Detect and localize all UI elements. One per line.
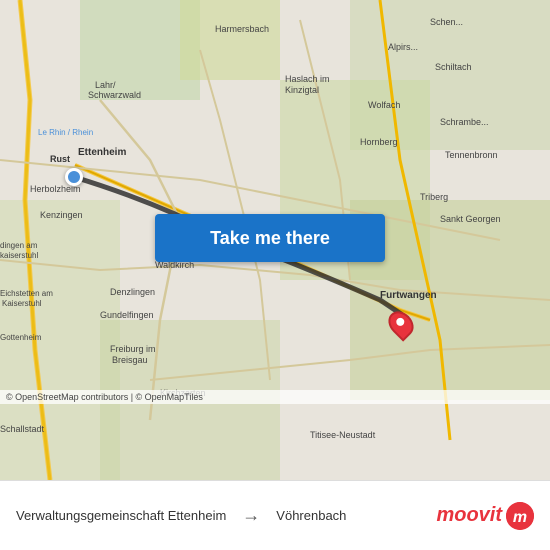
svg-text:Schen...: Schen...	[430, 17, 463, 27]
bottom-bar: Verwaltungsgemeinschaft Ettenheim → Vöhr…	[0, 480, 550, 550]
svg-text:Kinzigtal: Kinzigtal	[285, 85, 319, 95]
svg-text:Harmersbach: Harmersbach	[215, 24, 269, 34]
svg-text:Freiburg im: Freiburg im	[110, 344, 156, 354]
moovit-logo: moovit m	[436, 502, 534, 530]
svg-text:Furtwangen: Furtwangen	[380, 290, 437, 301]
svg-text:Ettenheim: Ettenheim	[78, 147, 126, 158]
take-me-there-button[interactable]: Take me there	[155, 214, 385, 262]
svg-text:Rust: Rust	[50, 154, 70, 164]
svg-text:m: m	[513, 509, 527, 526]
map-attribution: © OpenStreetMap contributors | © OpenMap…	[0, 390, 550, 404]
svg-text:Breisgau: Breisgau	[112, 355, 148, 365]
svg-text:Sankt Georgen: Sankt Georgen	[440, 214, 501, 224]
destination-label: Vöhrenbach	[276, 508, 346, 523]
svg-text:dingen am: dingen am	[0, 241, 38, 250]
svg-text:Le Rhin / Rhein: Le Rhin / Rhein	[38, 128, 93, 137]
arrow-icon: →	[242, 505, 260, 526]
origin-label: Verwaltungsgemeinschaft Ettenheim	[16, 508, 226, 523]
svg-text:Schallstadt: Schallstadt	[0, 424, 45, 434]
svg-text:Hornberg: Hornberg	[360, 137, 398, 147]
svg-text:Triberg: Triberg	[420, 192, 448, 202]
svg-text:Titisee-Neustadt: Titisee-Neustadt	[310, 430, 376, 440]
svg-text:Lahr/: Lahr/	[95, 80, 116, 90]
svg-text:Kaiserstuhl: Kaiserstuhl	[2, 299, 42, 308]
svg-text:Wolfach: Wolfach	[368, 100, 400, 110]
svg-text:Gundelfingen: Gundelfingen	[100, 310, 154, 320]
moovit-text: moovit	[436, 504, 502, 527]
svg-text:Schiltach: Schiltach	[435, 62, 472, 72]
moovit-icon: m	[506, 502, 534, 530]
destination-marker	[390, 310, 412, 338]
svg-text:Schrambe...: Schrambe...	[440, 117, 489, 127]
svg-text:Schwarzwald: Schwarzwald	[88, 90, 141, 100]
route-info: Verwaltungsgemeinschaft Ettenheim → Vöhr…	[16, 505, 436, 526]
svg-text:Haslach im: Haslach im	[285, 74, 330, 84]
route-text: Verwaltungsgemeinschaft Ettenheim → Vöhr…	[16, 505, 436, 526]
svg-text:Eichstetten am: Eichstetten am	[0, 289, 53, 298]
svg-text:Alpirs...: Alpirs...	[388, 42, 418, 52]
svg-text:kaiserstuhl: kaiserstuhl	[0, 251, 38, 260]
svg-text:Tennenbronn: Tennenbronn	[445, 150, 498, 160]
svg-text:Kenzingen: Kenzingen	[40, 210, 83, 220]
svg-text:Gottenheim: Gottenheim	[0, 333, 42, 342]
map-container: Lahr/ Schwarzwald Harmersbach Haslach im…	[0, 0, 550, 480]
svg-text:Denzlingen: Denzlingen	[110, 287, 155, 297]
origin-marker	[65, 168, 83, 186]
